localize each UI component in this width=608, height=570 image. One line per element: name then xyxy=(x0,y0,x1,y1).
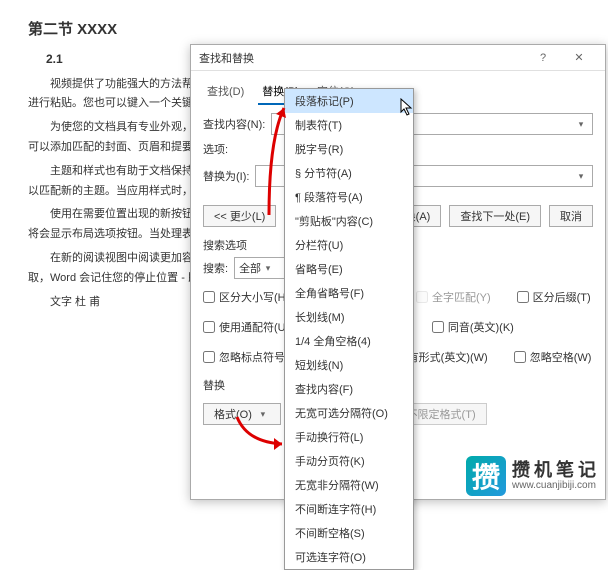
cursor-icon xyxy=(400,98,414,119)
watermark-logo: 攒 攒机笔记 www.cuanjibiji.com xyxy=(466,456,600,496)
dialog-title: 查找和替换 xyxy=(199,50,525,66)
menu-item[interactable]: 制表符(T) xyxy=(285,113,413,137)
ck-sound[interactable]: 同音(英文)(K) xyxy=(432,319,514,335)
chevron-down-icon[interactable]: ▾ xyxy=(261,263,275,274)
tab-find[interactable]: 查找(D) xyxy=(203,79,248,105)
ck-whole[interactable]: 全字匹配(Y) xyxy=(416,289,491,305)
ck-suffix[interactable]: 区分后缀(T) xyxy=(517,289,591,305)
findnext-button[interactable]: 查找下一处(E) xyxy=(449,205,541,227)
chevron-down-icon[interactable]: ▾ xyxy=(574,119,588,130)
menu-item[interactable]: 不间断连字符(H) xyxy=(285,497,413,521)
menu-item[interactable]: § 分节符(A) xyxy=(285,161,413,185)
special-format-menu: 段落标记(P)制表符(T)脱字号(R)§ 分节符(A)¶ 段落符号(A)"剪贴板… xyxy=(284,88,414,570)
doc-heading: 第二节 XXXX xyxy=(28,16,580,43)
help-button[interactable]: ? xyxy=(525,45,561,71)
ck-space[interactable]: 忽略空格(W) xyxy=(514,349,592,365)
menu-item[interactable]: 可选连字符(O) xyxy=(285,545,413,569)
menu-item[interactable]: 分栏符(U) xyxy=(285,233,413,257)
chevron-down-icon[interactable]: ▾ xyxy=(574,171,588,182)
menu-item[interactable]: 脱字号(R) xyxy=(285,137,413,161)
menu-item[interactable]: 省略号(E) xyxy=(285,257,413,281)
menu-item[interactable]: 手动换行符(L) xyxy=(285,425,413,449)
menu-item[interactable]: 手动分页符(K) xyxy=(285,449,413,473)
replace-label: 替换为(I): xyxy=(203,168,249,184)
menu-item[interactable]: 全角省略号(F) xyxy=(285,281,413,305)
annotation-arrow xyxy=(264,100,294,220)
ck-wildcard[interactable]: 使用通配符(U) xyxy=(203,319,289,335)
menu-item[interactable]: 无宽可选分隔符(O) xyxy=(285,401,413,425)
menu-item[interactable]: 段落标记(P) xyxy=(285,89,413,113)
cancel-button[interactable]: 取消 xyxy=(549,205,593,227)
close-button[interactable]: ✕ xyxy=(561,45,597,71)
menu-item[interactable]: 查找内容(F) xyxy=(285,377,413,401)
menu-item[interactable]: ¶ 段落符号(A) xyxy=(285,185,413,209)
logo-url: www.cuanjibiji.com xyxy=(512,480,600,491)
menu-item[interactable]: "剪贴板"内容(C) xyxy=(285,209,413,233)
find-label: 查找内容(N): xyxy=(203,116,265,132)
search-direction-label: 搜索: xyxy=(203,260,228,276)
options-label: 选项: xyxy=(203,141,228,157)
annotation-arrow xyxy=(232,412,292,452)
menu-item[interactable]: 无宽非分隔符(W) xyxy=(285,473,413,497)
menu-item[interactable]: 短划线(N) xyxy=(285,353,413,377)
menu-item[interactable]: 长划线(M) xyxy=(285,305,413,329)
logo-icon: 攒 xyxy=(466,456,506,496)
logo-name: 攒机笔记 xyxy=(512,461,600,481)
menu-item[interactable]: 1/4 全角空格(4) xyxy=(285,329,413,353)
menu-item[interactable]: 不间断空格(S) xyxy=(285,521,413,545)
ck-case[interactable]: 区分大小写(H) xyxy=(203,289,289,305)
